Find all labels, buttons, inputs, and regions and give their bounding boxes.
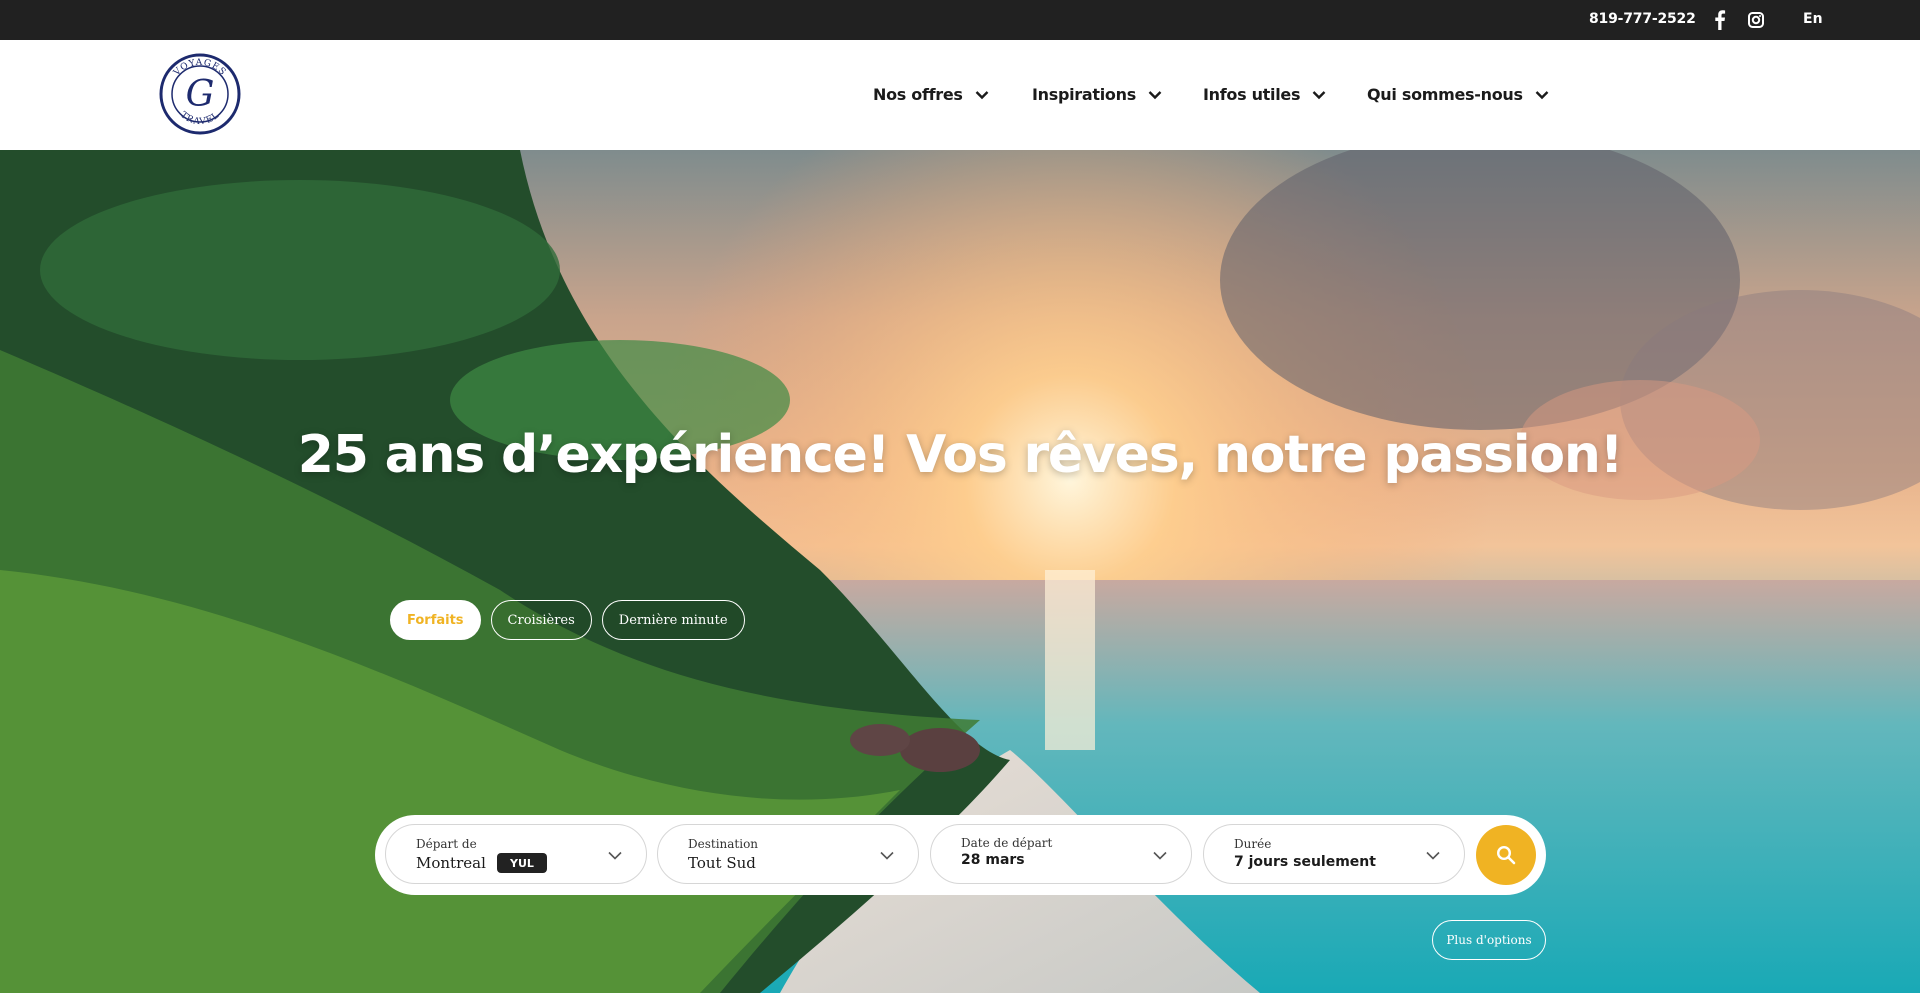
nav-qui-sommes-nous[interactable]: Qui sommes-nous [1367, 85, 1549, 104]
nav-label: Inspirations [1032, 85, 1136, 104]
chevron-down-icon [608, 851, 622, 860]
facebook-icon[interactable] [1712, 10, 1728, 30]
chevron-down-icon [1312, 90, 1326, 99]
search-bar: Départ de Montreal YUL Destination Tout … [375, 815, 1546, 895]
nav-label: Qui sommes-nous [1367, 85, 1523, 104]
main-header: G VOYAGES TRAVEL Nos offres Inspirations… [0, 40, 1920, 150]
nav-label: Nos offres [873, 85, 963, 104]
phone-number[interactable]: 819-777-2522 [1589, 11, 1696, 27]
date-label: Date de départ [961, 836, 1053, 850]
chevron-down-icon [1426, 851, 1440, 860]
instagram-icon[interactable] [1748, 12, 1764, 28]
chevron-down-icon [975, 90, 989, 99]
more-options-button[interactable]: Plus d'options [1432, 920, 1546, 960]
search-button[interactable] [1476, 825, 1536, 885]
logo-letter: G [186, 74, 215, 115]
tab-forfaits[interactable]: Forfaits [390, 600, 481, 640]
chevron-down-icon [1535, 90, 1549, 99]
departure-value: Montreal [416, 854, 486, 872]
date-value: 28 mars [961, 852, 1025, 868]
chevron-down-icon [1148, 90, 1162, 99]
duration-select[interactable]: Durée 7 jours seulement [1203, 824, 1465, 884]
nav-label: Infos utiles [1203, 85, 1301, 104]
destination-value: Tout Sud [688, 854, 756, 872]
airport-code-badge: YUL [497, 853, 547, 873]
voyages-g-logo[interactable]: G VOYAGES TRAVEL [159, 53, 241, 135]
hero-title: 25 ans d’expérience! Vos rêves, notre pa… [297, 425, 1624, 485]
top-utility-bar: 819-777-2522 En [0, 0, 1920, 40]
nav-inspirations[interactable]: Inspirations [1032, 85, 1162, 104]
search-icon [1496, 845, 1516, 865]
nav-nos-offres[interactable]: Nos offres [873, 85, 989, 104]
search-tabs: Forfaits Croisières Dernière minute [390, 600, 745, 640]
destination-label: Destination [688, 837, 759, 851]
departure-select[interactable]: Départ de Montreal YUL [385, 824, 647, 884]
duration-value: 7 jours seulement [1234, 854, 1376, 870]
nav-infos-utiles[interactable]: Infos utiles [1203, 85, 1326, 104]
destination-select[interactable]: Destination Tout Sud [657, 824, 919, 884]
departure-date-select[interactable]: Date de départ 28 mars [930, 824, 1192, 884]
chevron-down-icon [880, 851, 894, 860]
tab-derniere-minute[interactable]: Dernière minute [601, 600, 745, 640]
departure-label: Départ de [416, 837, 477, 851]
tab-croisieres[interactable]: Croisières [490, 600, 592, 640]
language-switch[interactable]: En [1803, 11, 1823, 27]
chevron-down-icon [1153, 851, 1167, 860]
duration-label: Durée [1234, 837, 1272, 851]
